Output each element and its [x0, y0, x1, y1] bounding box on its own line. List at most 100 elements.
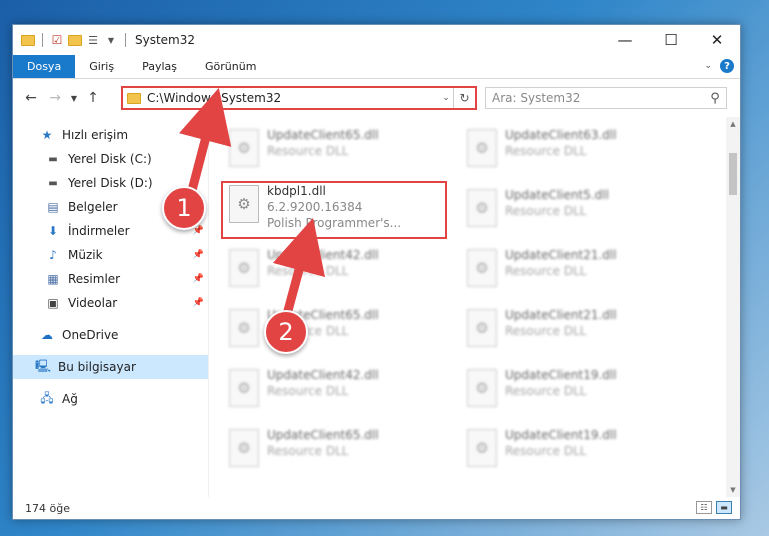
address-bar[interactable]: C:\Windows\System32 ⌄ ↻	[121, 86, 477, 110]
sidebar-item-this-pc[interactable]: 🖳 Bu bilgisayar	[13, 355, 208, 379]
file-name: UpdateClient42.dll	[267, 368, 379, 382]
drive-icon: ▬	[48, 177, 58, 189]
dll-file-icon: ⚙	[467, 309, 497, 347]
file-tile[interactable]: ⚙ UpdateClient19.dll Resource DLL	[461, 363, 687, 415]
content-area: ★ Hızlı erişim ▬ Yerel Disk (C:) ▬ Yerel…	[13, 117, 740, 497]
explorer-window: ☑ ☰ ▼ System32 — ☐ ✕ Dosya Giriş Paylaş …	[12, 24, 741, 520]
star-icon: ★	[41, 128, 53, 142]
list-view-icon[interactable]: ☰	[86, 33, 100, 47]
tab-home[interactable]: Giriş	[75, 55, 128, 78]
sidebar-item-label: Müzik	[68, 248, 103, 262]
sidebar-item-label: Ağ	[62, 392, 78, 406]
file-description: Resource DLL	[505, 324, 587, 338]
new-folder-icon[interactable]	[68, 33, 82, 47]
sidebar-item-music[interactable]: ♪ Müzik 📌	[13, 243, 208, 267]
tiles-view-icon[interactable]: ▬	[716, 501, 732, 514]
file-description: Resource DLL	[505, 384, 587, 398]
file-list: ⚙ UpdateClient65.dll Resource DLL ⚙ Updat…	[208, 117, 740, 497]
tab-file[interactable]: Dosya	[13, 55, 76, 78]
dll-file-icon: ⚙	[467, 369, 497, 407]
file-tile[interactable]: ⚙ UpdateClient21.dll Resource DLL	[461, 243, 687, 295]
file-tile[interactable]: ⚙ UpdateClient65.dllResource DLL	[223, 123, 449, 175]
properties-icon[interactable]: ☑	[50, 33, 64, 47]
tab-view[interactable]: Görünüm	[191, 55, 270, 78]
scroll-down-arrow-icon[interactable]: ▼	[726, 486, 740, 494]
minimize-button[interactable]: —	[602, 25, 648, 55]
file-tile[interactable]: ⚙ UpdateClient63.dll Resource DLL	[461, 123, 687, 175]
file-tile[interactable]: ⚙ UpdateClient42.dll Resource DLL	[223, 363, 449, 415]
up-arrow-icon[interactable]: ↑	[81, 90, 105, 106]
customize-toolbar-chevron-icon[interactable]: ▼	[104, 33, 118, 47]
dll-file-icon: ⚙	[467, 429, 497, 467]
scrollbar-thumb[interactable]	[729, 153, 737, 195]
file-name: UpdateClient63.dll	[505, 128, 617, 142]
search-input[interactable]: Ara: System32	[492, 91, 704, 105]
dll-file-icon: ⚙	[229, 369, 259, 407]
search-box[interactable]: Ara: System32 ⚲	[485, 87, 727, 109]
item-count: 174 öğe	[25, 501, 70, 515]
sidebar-item-label: OneDrive	[62, 328, 119, 342]
details-view-icon[interactable]: ☷	[696, 501, 712, 514]
file-name: UpdateClient65.dll	[267, 128, 379, 142]
sidebar-item-videos[interactable]: ▣ Videolar 📌	[13, 291, 208, 315]
close-button[interactable]: ✕	[694, 25, 740, 55]
forward-arrow-icon[interactable]: →	[43, 90, 67, 106]
dll-file-icon: ⚙	[229, 429, 259, 467]
pin-icon[interactable]: 📌	[193, 226, 204, 236]
sidebar-item-label: Resimler	[68, 272, 121, 286]
download-icon: ⬇	[47, 224, 59, 238]
sidebar-item-pictures[interactable]: ▦ Resimler 📌	[13, 267, 208, 291]
file-name: UpdateClient42.dll	[267, 248, 379, 262]
window-controls: — ☐ ✕	[602, 25, 740, 55]
dll-file-icon: ⚙	[467, 189, 497, 227]
tab-share[interactable]: Paylaş	[128, 55, 191, 78]
computer-icon: 🖳	[35, 358, 52, 373]
sidebar-item-label: Yerel Disk (D:)	[68, 176, 153, 190]
navigation-pane: ★ Hızlı erişim ▬ Yerel Disk (C:) ▬ Yerel…	[13, 117, 208, 497]
address-dropdown-chevron-icon[interactable]: ⌄	[439, 93, 453, 103]
pin-icon[interactable]: 📌	[193, 274, 204, 284]
file-tile[interactable]: ⚙ UpdateClient65.dllResource DLL	[223, 423, 449, 475]
help-icon[interactable]: ?	[720, 59, 734, 73]
sidebar-item-network[interactable]: 🖧 Ağ	[13, 387, 208, 411]
title-bar: ☑ ☰ ▼ System32 — ☐ ✕	[13, 25, 740, 55]
file-tile[interactable]: ⚙ UpdateClient19.dll Resource DLL	[461, 423, 687, 475]
address-text[interactable]: C:\Windows\System32	[147, 91, 439, 105]
folder-icon	[127, 92, 141, 104]
sidebar-item-local-disk-c[interactable]: ▬ Yerel Disk (C:)	[13, 147, 208, 171]
sidebar-item-label: İndirmeler	[68, 224, 130, 238]
file-tile[interactable]: ⚙ UpdateClient65.dllResource DLL	[223, 303, 449, 355]
file-tile[interactable]: ⚙ UpdateClient21.dll Resource DLL	[461, 303, 687, 355]
toolbar-divider	[125, 33, 126, 47]
navigation-bar: ← → ▼ ↑ C:\Windows\System32 ⌄ ↻ Ara: Sys…	[13, 79, 740, 117]
maximize-button[interactable]: ☐	[648, 25, 694, 55]
sidebar-item-onedrive[interactable]: ☁ OneDrive	[13, 323, 208, 347]
search-icon[interactable]: ⚲	[704, 91, 726, 106]
file-tile[interactable]: ⚙ UpdateClient5.dll Resource DLL	[461, 183, 687, 235]
pin-icon[interactable]: 📌	[193, 250, 204, 260]
video-icon: ▣	[47, 296, 59, 310]
file-tile[interactable]: ⚙ UpdateClient42.dll Resource DLL	[223, 243, 449, 295]
file-description: Resource DLL	[267, 144, 349, 158]
file-highlight-box	[221, 181, 447, 239]
scroll-up-arrow-icon[interactable]: ▲	[726, 120, 740, 128]
pin-icon[interactable]: 📌	[193, 298, 204, 308]
sidebar-item-quick-access[interactable]: ★ Hızlı erişim	[13, 123, 208, 147]
drive-icon: ▬	[48, 153, 58, 165]
back-arrow-icon[interactable]: ←	[19, 90, 43, 106]
step-2-badge: 2	[264, 310, 308, 354]
ribbon-controls: ⌄ ?	[704, 59, 734, 73]
folder-icon[interactable]	[21, 33, 35, 47]
expand-ribbon-chevron-icon[interactable]: ⌄	[704, 61, 712, 71]
sidebar-item-label: Videolar	[68, 296, 118, 310]
file-description: Resource DLL	[505, 264, 587, 278]
documents-icon: ▤	[47, 200, 59, 214]
vertical-scrollbar[interactable]: ▲ ▼	[726, 117, 740, 497]
sidebar-item-label: Hızlı erişim	[62, 128, 129, 142]
file-name: UpdateClient21.dll	[505, 248, 617, 262]
recent-locations-chevron-icon[interactable]: ▼	[67, 94, 81, 103]
refresh-icon[interactable]: ↻	[453, 88, 475, 108]
ribbon-tabs: Dosya Giriş Paylaş Görünüm ⌄ ?	[13, 55, 740, 79]
